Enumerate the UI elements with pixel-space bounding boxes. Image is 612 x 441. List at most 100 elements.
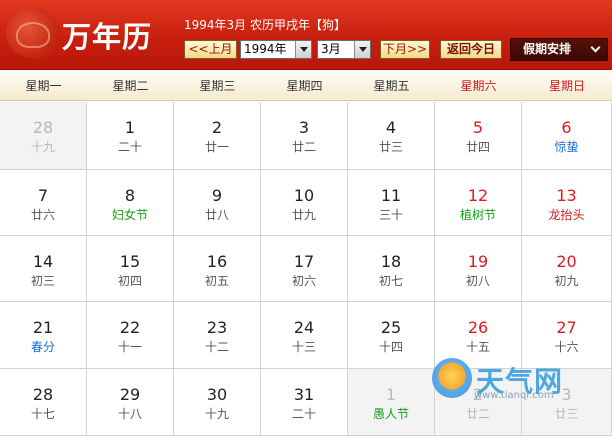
month-select-value: 3月 xyxy=(321,42,341,56)
calendar-day-cell[interactable]: 8 妇女节 xyxy=(87,170,174,236)
calendar-day-cell[interactable]: 31 二十 xyxy=(261,369,348,436)
year-select[interactable]: 1994年 xyxy=(240,40,312,59)
solar-date: 5 xyxy=(472,118,484,137)
dog-zodiac-icon xyxy=(6,8,60,58)
calendar-day-cell[interactable]: 20 初九 xyxy=(522,236,612,302)
calendar-day-cell[interactable]: 4 廿三 xyxy=(348,102,435,170)
calendar-day-cell[interactable]: 22 十一 xyxy=(87,302,174,369)
lunar-date: 二十 xyxy=(117,140,142,154)
solar-date: 1 xyxy=(385,385,397,404)
calendar-day-cell[interactable]: 27 十六 xyxy=(522,302,612,369)
calendar-day-cell[interactable]: 23 十二 xyxy=(174,302,261,369)
weekday-label: 星期三 xyxy=(199,79,236,93)
solar-term-label: 春分 xyxy=(30,340,55,354)
solar-date: 31 xyxy=(293,385,315,404)
solar-date: 7 xyxy=(37,186,49,205)
weekday-header: 星期一 星期二 星期三 星期四 星期五 星期六 星期日 xyxy=(0,71,612,101)
solar-date: 18 xyxy=(380,252,402,271)
calendar-grid: 28 十九 1 二十 2 廿一 3 廿二 4 廿三 5 廿四 6 惊蛰 7 廿六 8 妇女节 9 廿八 10 廿九 11 三十… xyxy=(0,102,612,441)
lunar-date: 廿九 xyxy=(291,208,316,222)
next-month-button[interactable]: 下月>> xyxy=(380,40,430,59)
solar-date: 20 xyxy=(556,252,577,271)
month-select[interactable]: 3月 xyxy=(317,40,371,59)
calendar-day-cell[interactable]: 14 初三 xyxy=(0,236,87,302)
solar-date: 8 xyxy=(124,186,136,205)
calendar-day-cell[interactable]: 3 廿三 xyxy=(522,369,612,436)
calendar-day-cell[interactable]: 11 三十 xyxy=(348,170,435,236)
solar-date: 14 xyxy=(32,252,54,271)
calendar-day-cell[interactable]: 2 廿一 xyxy=(174,102,261,170)
calendar-day-cell[interactable]: 30 十九 xyxy=(174,369,261,436)
calendar-day-cell[interactable]: 7 廿六 xyxy=(0,170,87,236)
solar-term-label: 惊蛰 xyxy=(554,140,579,154)
solar-date: 2 xyxy=(472,385,484,404)
lunar-date: 初八 xyxy=(465,274,490,288)
lunar-date: 三十 xyxy=(378,208,403,222)
solar-date: 22 xyxy=(119,318,141,337)
solar-date: 2 xyxy=(211,118,223,137)
holiday-schedule-dropdown[interactable]: 假期安排 xyxy=(510,38,608,61)
lunar-date: 十九 xyxy=(30,140,55,154)
lunar-date: 初四 xyxy=(117,274,142,288)
year-select-value: 1994年 xyxy=(244,42,287,56)
calendar-header: 万年历 1994年3月 农历甲戌年【狗】 <<上月 1994年 3月 下月>> … xyxy=(0,0,612,70)
lunar-date: 初七 xyxy=(378,274,403,288)
calendar-day-cell[interactable]: 3 廿二 xyxy=(261,102,348,170)
lunar-date: 廿二 xyxy=(291,140,316,154)
lunar-date: 廿六 xyxy=(30,208,55,222)
calendar-day-cell[interactable]: 17 初六 xyxy=(261,236,348,302)
calendar-day-cell[interactable]: 5 廿四 xyxy=(435,102,522,170)
calendar-day-cell[interactable]: 28 十九 xyxy=(0,102,87,170)
calendar-day-cell[interactable]: 9 廿八 xyxy=(174,170,261,236)
calendar-day-cell[interactable]: 21 春分 xyxy=(0,302,87,369)
festival-label: 愚人节 xyxy=(372,407,409,421)
calendar-day-cell[interactable]: 29 十八 xyxy=(87,369,174,436)
calendar-day-cell[interactable]: 1 愚人节 xyxy=(348,369,435,436)
today-button[interactable]: 返回今日 xyxy=(440,40,502,59)
lunar-date: 初三 xyxy=(30,274,55,288)
calendar-day-cell[interactable]: 28 十七 xyxy=(0,369,87,436)
date-info: 1994年3月 农历甲戌年【狗】 xyxy=(184,16,346,33)
solar-date: 10 xyxy=(293,186,315,205)
lunar-date: 初五 xyxy=(204,274,229,288)
calendar-day-cell[interactable]: 13 龙抬头 xyxy=(522,170,612,236)
solar-date: 30 xyxy=(206,385,228,404)
calendar-day-cell[interactable]: 25 十四 xyxy=(348,302,435,369)
chevron-down-icon[interactable] xyxy=(354,41,370,58)
calendar-day-cell[interactable]: 24 十三 xyxy=(261,302,348,369)
solar-date: 26 xyxy=(467,318,489,337)
solar-date: 16 xyxy=(206,252,228,271)
lunar-date: 十一 xyxy=(117,340,142,354)
lunar-date: 十四 xyxy=(378,340,403,354)
weekday-label: 星期二 xyxy=(112,79,149,93)
calendar-day-cell[interactable]: 26 十五 xyxy=(435,302,522,369)
solar-date: 11 xyxy=(380,186,402,205)
calendar-day-cell[interactable]: 18 初七 xyxy=(348,236,435,302)
calendar-day-cell[interactable]: 6 惊蛰 xyxy=(522,102,612,170)
lunar-date: 二十 xyxy=(291,407,316,421)
calendar-day-cell[interactable]: 12 植树节 xyxy=(435,170,522,236)
calendar-day-cell[interactable]: 1 二十 xyxy=(87,102,174,170)
lunar-date: 廿二 xyxy=(465,407,490,421)
lunar-date: 初六 xyxy=(291,274,316,288)
lunar-date: 廿三 xyxy=(554,407,579,421)
festival-label: 妇女节 xyxy=(111,208,148,222)
solar-date: 4 xyxy=(385,118,397,137)
calendar-day-cell[interactable]: 16 初五 xyxy=(174,236,261,302)
solar-date: 1 xyxy=(124,118,136,137)
solar-date: 23 xyxy=(206,318,228,337)
calendar-day-cell[interactable]: 10 廿九 xyxy=(261,170,348,236)
calendar-day-cell[interactable]: 19 初八 xyxy=(435,236,522,302)
current-year-month: 1994年3月 xyxy=(184,18,247,32)
solar-date: 24 xyxy=(293,318,315,337)
solar-date: 9 xyxy=(211,186,223,205)
lunar-date: 十二 xyxy=(204,340,229,354)
weekday-label: 星期四 xyxy=(286,79,323,93)
prev-month-button[interactable]: <<上月 xyxy=(184,40,237,59)
calendar-day-cell[interactable]: 15 初四 xyxy=(87,236,174,302)
calendar-day-cell[interactable]: 2 廿二 xyxy=(435,369,522,436)
lunar-date: 十五 xyxy=(465,340,490,354)
festival-label: 植树节 xyxy=(459,208,496,222)
chevron-down-icon[interactable] xyxy=(295,41,311,58)
weekday-label: 星期日 xyxy=(548,79,585,93)
